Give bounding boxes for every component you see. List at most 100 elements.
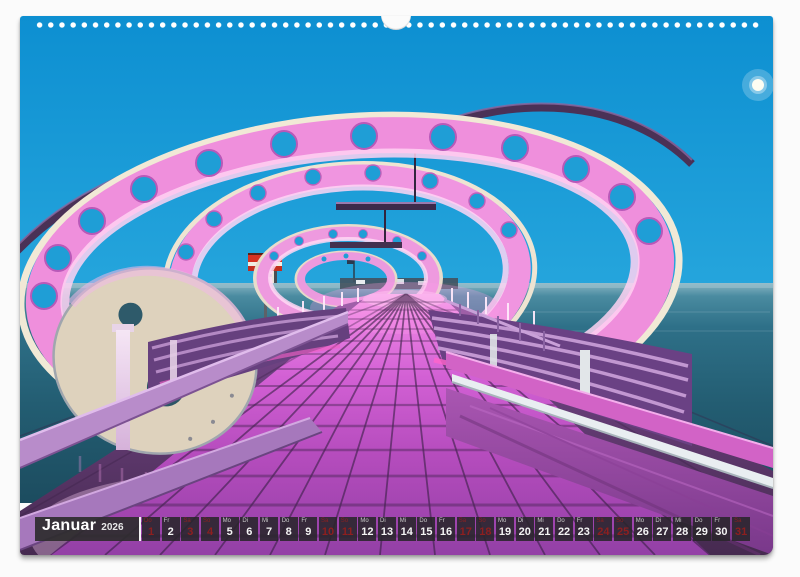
- weekday-abbr: Sa: [321, 518, 328, 524]
- day-number: 26: [634, 526, 652, 538]
- calendar-day-cell: So 18: [476, 517, 494, 541]
- calendar-day-cell: Mo 12: [358, 517, 376, 541]
- calendar-day-cell: Mi 28: [673, 517, 691, 541]
- day-number: 19: [496, 526, 514, 538]
- weekday-abbr: Mo: [498, 518, 506, 524]
- day-number: 22: [555, 526, 573, 538]
- calendar-day-cell: So 11: [339, 517, 357, 541]
- weekday-abbr: Do: [695, 518, 703, 524]
- calendar-day-cell: Fr 23: [575, 517, 593, 541]
- weekday-abbr: So: [203, 518, 210, 524]
- calendar-day-cell: Sa 17: [457, 517, 475, 541]
- day-number: 8: [280, 526, 298, 538]
- calendar-photo: [20, 16, 773, 555]
- calendar-day-cell: Do 1: [142, 517, 160, 541]
- day-number: 24: [594, 526, 612, 538]
- weekday-abbr: Mi: [537, 518, 543, 524]
- calendar-day-cell: Fr 16: [437, 517, 455, 541]
- calendar-day-cell: Di 6: [240, 517, 258, 541]
- date-strip-separator: [139, 517, 141, 541]
- weekday-abbr: Di: [380, 518, 386, 524]
- day-number: 10: [319, 526, 337, 538]
- weekday-abbr: Mo: [223, 518, 231, 524]
- weekday-abbr: So: [616, 518, 623, 524]
- day-number: 15: [417, 526, 435, 538]
- day-number: 12: [358, 526, 376, 538]
- moon: [742, 69, 773, 101]
- day-number: 23: [575, 526, 593, 538]
- day-number: 7: [260, 526, 278, 538]
- weekday-abbr: Fr: [301, 518, 307, 524]
- day-number: 31: [732, 526, 750, 538]
- weekday-abbr: Sa: [596, 518, 603, 524]
- calendar-page: Januar 2026 Do1Fr2Sa3So4Mo5Di6Mi7Do8Fr9S…: [20, 16, 773, 555]
- weekday-abbr: Fr: [164, 518, 170, 524]
- day-number: 29: [693, 526, 711, 538]
- weekday-abbr: Di: [655, 518, 661, 524]
- calendar-day-cell: Mo 26: [634, 517, 652, 541]
- month-year-label: Januar 2026: [35, 517, 139, 541]
- weekday-abbr: Mo: [360, 518, 368, 524]
- calendar-day-cell: Mi 7: [260, 517, 278, 541]
- calendar-day-cell: Di 20: [516, 517, 534, 541]
- calendar-day-cell: Mo 5: [221, 517, 239, 541]
- weekday-abbr: Fr: [714, 518, 720, 524]
- day-number: 18: [476, 526, 494, 538]
- day-number: 3: [181, 526, 199, 538]
- calendar-day-cell: Mi 21: [535, 517, 553, 541]
- weekday-abbr: So: [478, 518, 485, 524]
- calendar-day-cell: Sa 10: [319, 517, 337, 541]
- weekday-abbr: Mi: [400, 518, 406, 524]
- day-number: 2: [162, 526, 180, 538]
- calendar-day-cell: Di 13: [378, 517, 396, 541]
- calendar-day-cell: Do 22: [555, 517, 573, 541]
- weekday-abbr: Sa: [734, 518, 741, 524]
- weekday-abbr: Di: [518, 518, 524, 524]
- calendar-day-cell: Sa 24: [594, 517, 612, 541]
- calendar-day-cell: Di 27: [653, 517, 671, 541]
- weekday-abbr: Di: [242, 518, 248, 524]
- weekday-abbr: Fr: [577, 518, 583, 524]
- day-number: 14: [398, 526, 416, 538]
- calendar-day-cell: Fr 2: [162, 517, 180, 541]
- weekday-abbr: Do: [557, 518, 565, 524]
- day-number: 21: [535, 526, 553, 538]
- weekday-abbr: Mo: [636, 518, 644, 524]
- calendar-day-cell: So 25: [614, 517, 632, 541]
- weekday-abbr: Do: [144, 518, 152, 524]
- day-number: 16: [437, 526, 455, 538]
- day-number: 17: [457, 526, 475, 538]
- calendar-day-cell: So 4: [201, 517, 219, 541]
- weekday-abbr: Fr: [439, 518, 445, 524]
- weekday-abbr: Mi: [675, 518, 681, 524]
- calendar-product-shot: Januar 2026 Do1Fr2Sa3So4Mo5Di6Mi7Do8Fr9S…: [0, 0, 800, 577]
- calendar-day-cell: Do 8: [280, 517, 298, 541]
- day-number: 28: [673, 526, 691, 538]
- day-number: 9: [299, 526, 317, 538]
- weekday-abbr: Mi: [262, 518, 268, 524]
- calendar-day-cell: Mo 19: [496, 517, 514, 541]
- calendar-day-cell: Do 15: [417, 517, 435, 541]
- weekday-abbr: Do: [419, 518, 427, 524]
- day-number: 6: [240, 526, 258, 538]
- calendar-day-cell: Do 29: [693, 517, 711, 541]
- day-number: 25: [614, 526, 632, 538]
- day-number: 30: [712, 526, 730, 538]
- calendar-day-cell: Mi 14: [398, 517, 416, 541]
- day-number: 5: [221, 526, 239, 538]
- weekday-abbr: Sa: [459, 518, 466, 524]
- calendar-day-cell: Sa 3: [181, 517, 199, 541]
- day-number: 4: [201, 526, 219, 538]
- day-number: 13: [378, 526, 396, 538]
- month-label: Januar: [42, 517, 96, 535]
- day-number: 20: [516, 526, 534, 538]
- day-number: 27: [653, 526, 671, 538]
- calendar-day-cell: Sa 31: [732, 517, 750, 541]
- weekday-abbr: So: [341, 518, 348, 524]
- weekday-abbr: Do: [282, 518, 290, 524]
- weekday-abbr: Sa: [183, 518, 190, 524]
- day-number: 1: [142, 526, 160, 538]
- year-label: 2026: [101, 522, 123, 533]
- day-number: 11: [339, 526, 357, 538]
- calendar-day-cell: Fr 30: [712, 517, 730, 541]
